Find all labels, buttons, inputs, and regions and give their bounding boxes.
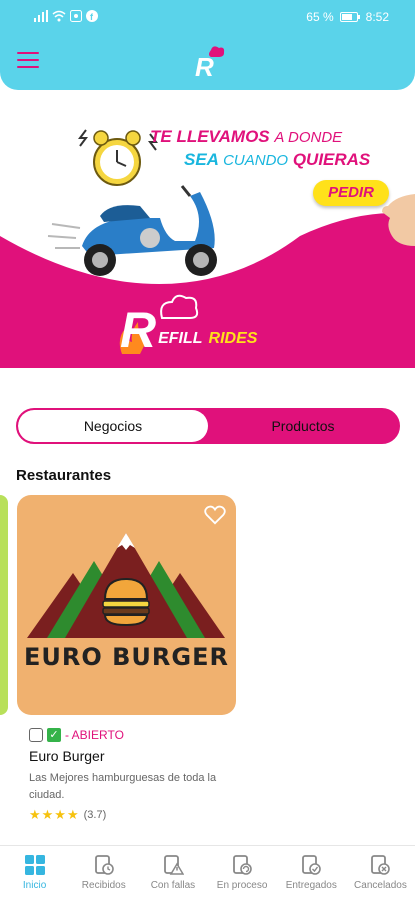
refill-rides-logo: R EFILL RIDES: [120, 302, 258, 358]
app-bar: R: [0, 34, 415, 90]
home-grid-icon: [24, 855, 45, 875]
heart-favorite-icon[interactable]: [204, 505, 226, 525]
clipboard-clock-icon: [94, 855, 114, 875]
headline-cuando: CUANDO: [223, 152, 289, 169]
tab-negocios[interactable]: Negocios: [18, 410, 208, 442]
headline-a-donde: A DONDE: [274, 129, 343, 146]
nav-label-entregados: Entregados: [285, 880, 337, 891]
restaurant-description: Las Mejores hamburguesas de toda la ciud…: [29, 772, 217, 801]
schedule-icon: [29, 728, 43, 742]
clipboard-warning-icon: [164, 855, 184, 875]
banner-headline: TE LLEVAMOS A DONDE SEA CUANDO QUIERAS: [150, 126, 390, 172]
battery-percent: 65 %: [306, 10, 334, 24]
open-check-icon: ✓: [47, 728, 61, 742]
clipboard-refresh-icon: [233, 855, 252, 875]
rating-value: (3.7): [83, 809, 107, 821]
refill-logo-r: R: [120, 302, 157, 358]
nav-item-inicio[interactable]: Inicio: [0, 846, 69, 900]
burger-icon: [102, 577, 150, 627]
nav-label-inicio: Inicio: [22, 880, 47, 891]
image-notification-icon: [70, 10, 82, 22]
svg-text:R: R: [195, 52, 214, 80]
card-logo-text: EURO BURGER: [24, 643, 229, 671]
nav-item-cancelados[interactable]: Cancelados: [346, 846, 415, 900]
section-title-restaurantes: Restaurantes: [16, 467, 112, 484]
restaurant-name[interactable]: Euro Burger: [29, 748, 104, 764]
nav-label-con-fallas: Con fallas: [150, 880, 196, 891]
previous-card-edge[interactable]: [0, 495, 8, 715]
wifi-icon: [52, 10, 66, 22]
clipboard-check-icon: [302, 855, 322, 875]
rating-stars-icon: ★★★★: [29, 807, 80, 822]
battery-icon: [339, 12, 360, 22]
facebook-icon: f: [86, 10, 98, 22]
headline-quieras: QUIERAS: [292, 150, 371, 169]
promo-banner[interactable]: TE LLEVAMOS A DONDE SEA CUANDO QUIERAS P…: [0, 96, 415, 368]
nav-item-recibidos[interactable]: Recibidos: [69, 846, 138, 900]
status-icons-left: f: [34, 10, 98, 22]
nav-item-entregados[interactable]: Entregados: [277, 846, 346, 900]
headline-te-llevamos: TE LLEVAMOS: [150, 127, 270, 146]
nav-item-en-proceso[interactable]: En proceso: [208, 846, 277, 900]
status-bar: f 65 % 8:52: [0, 0, 415, 34]
app-logo: R: [195, 46, 225, 80]
clock-time: 8:52: [365, 10, 389, 24]
restaurant-status: - ABIERTO: [65, 728, 124, 742]
tab-productos[interactable]: Productos: [208, 410, 398, 442]
restaurant-card-image[interactable]: EURO BURGER: [17, 495, 236, 715]
refill-logo-text: EFILL RIDES: [158, 330, 258, 347]
nav-label-recibidos: Recibidos: [81, 880, 126, 891]
hamburger-menu-icon[interactable]: [17, 52, 39, 70]
clipboard-cancel-icon: [371, 855, 391, 875]
restaurant-status-row: ✓ - ABIERTO: [29, 728, 124, 742]
scooter-illustration: [47, 185, 217, 276]
segmented-control: Negocios Productos: [16, 408, 400, 444]
status-icons-right: 65 % 8:52: [306, 10, 389, 24]
alarm-clock-icon: [78, 129, 158, 186]
bottom-navigation: Inicio Recibidos Con fallas En proceso E…: [0, 845, 415, 900]
nav-item-con-fallas[interactable]: Con fallas: [138, 846, 207, 900]
signal-icon: [34, 10, 48, 22]
nav-label-cancelados: Cancelados: [354, 880, 407, 891]
nav-label-en-proceso: En proceso: [216, 880, 268, 891]
pedir-button[interactable]: PEDIR: [313, 180, 389, 206]
restaurant-rating: ★★★★ (3.7): [29, 807, 106, 823]
headline-sea: SEA: [184, 150, 219, 169]
